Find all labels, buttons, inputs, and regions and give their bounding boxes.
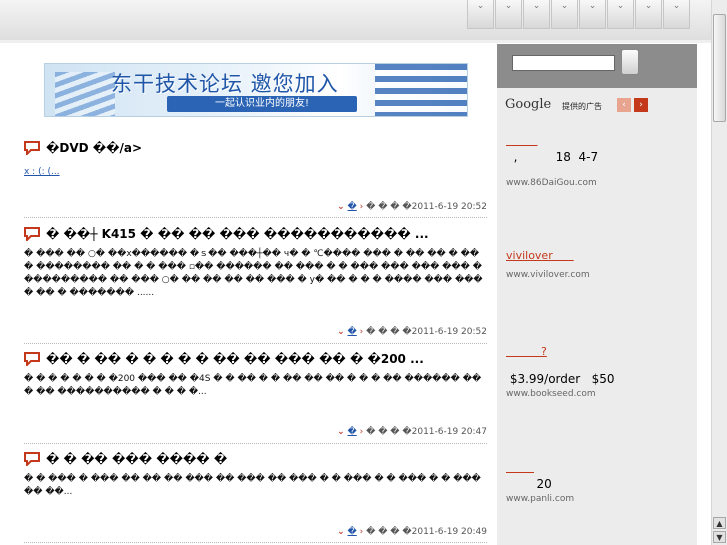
post-meta: ⌄ � › � � � �2011-6-19 20:49: [24, 527, 487, 537]
expand-chevron-icon[interactable]: ⌄: [337, 327, 345, 337]
ad-text: 20: [506, 477, 552, 491]
ads-header: Google 提供的广告 ‹ ›: [505, 96, 689, 118]
ads-next-button[interactable]: ›: [634, 98, 648, 112]
ad-url[interactable]: www.86DaiGou.com: [506, 178, 686, 188]
post-title[interactable]: � � �� ��� ���� �: [46, 452, 227, 466]
post-author[interactable]: �: [348, 202, 357, 212]
arrow-icon: ›: [359, 527, 364, 537]
nav-tab-6[interactable]: ⌄: [607, 0, 634, 29]
post-meta: ⌄ � › � � � �2011-6-19 20:52: [24, 327, 487, 337]
post-meta: ⌄ � › � � � �2011-6-19 20:52: [24, 202, 487, 212]
ad-url[interactable]: www.vivilover.com: [506, 270, 686, 280]
banner-flag-graphic: [375, 64, 467, 116]
ads-by-label: 提供的广告: [562, 102, 602, 111]
nav-tabs: ⌄ ⌄ ⌄ ⌄ ⌄ ⌄ ⌄ ⌄: [467, 0, 691, 30]
post-divider: [24, 443, 487, 444]
post-link[interactable]: x : (: (...: [24, 167, 60, 177]
comment-bubble-icon: [24, 452, 40, 466]
arrow-icon: ›: [359, 427, 364, 437]
post-item: �� � �� � � � � � �� �� ��� �� � �200 ..…: [24, 352, 487, 399]
post-title[interactable]: �DVD ��/a>: [46, 141, 142, 155]
post-divider: [24, 217, 487, 218]
post-author[interactable]: �: [348, 527, 357, 537]
post-title[interactable]: � ��┼ K415 � �� �� ��� ����������� ...: [46, 227, 429, 241]
post-author[interactable]: �: [348, 327, 357, 337]
comment-bubble-icon: [24, 352, 40, 366]
post-divider: [24, 542, 487, 543]
post-excerpt: � � � � � � � �200 ��� �� �4S � � �� � �…: [24, 374, 482, 397]
post-title[interactable]: �� � �� � � � � � �� �� ��� �� � �200 ..…: [46, 352, 424, 366]
ad-title-link[interactable]: [506, 134, 686, 147]
expand-chevron-icon[interactable]: ⌄: [337, 202, 345, 212]
comment-bubble-icon: [24, 141, 40, 155]
vertical-scrollbar[interactable]: ▲ ▼: [711, 0, 727, 545]
search-bar: [497, 44, 697, 88]
expand-chevron-icon[interactable]: ⌄: [337, 527, 345, 537]
ad-item: 20 www.panli.com: [506, 461, 686, 504]
google-logo: Google: [505, 97, 552, 112]
search-button[interactable]: [621, 49, 639, 75]
comment-bubble-icon: [24, 227, 40, 241]
ad-title-link[interactable]: ?: [506, 345, 686, 358]
banner-flag-graphic-left: [55, 72, 115, 116]
expand-chevron-icon[interactable]: ⌄: [337, 427, 345, 437]
scroll-down-arrow-icon[interactable]: ▼: [713, 531, 726, 543]
nav-tab-7[interactable]: ⌄: [635, 0, 662, 29]
ad-item: vivilover www.vivilover.com: [506, 249, 686, 280]
post-excerpt: � � ��� � ��� �� �� �� ��� �� ��� �� ���…: [24, 474, 481, 497]
post-date: � � � �2011-6-19 20:52: [366, 327, 487, 337]
right-sidebar: Google 提供的广告 ‹ › , 18 4-7 www.86DaiGou.c…: [497, 44, 697, 545]
scroll-up-arrow-icon[interactable]: ▲: [713, 517, 726, 529]
post-date: � � � �2011-6-19 20:47: [366, 427, 487, 437]
ad-item: , 18 4-7 www.86DaiGou.com: [506, 134, 686, 188]
top-navigation-bar: ⌄ ⌄ ⌄ ⌄ ⌄ ⌄ ⌄ ⌄: [0, 0, 711, 41]
nav-tab-8[interactable]: ⌄: [663, 0, 690, 29]
nav-tab-2[interactable]: ⌄: [495, 0, 522, 29]
banner-title: 东干技术论坛 邀您加入: [111, 72, 339, 96]
search-input[interactable]: [512, 55, 615, 71]
post-date: � � � �2011-6-19 20:49: [366, 527, 487, 537]
post-divider: [24, 343, 487, 344]
banner-subtitle: 一起认识业内的朋友!: [167, 96, 357, 112]
post-item: �DVD ��/a> x : (: (...: [24, 141, 487, 178]
ads-prev-button[interactable]: ‹: [617, 98, 631, 112]
nav-tab-1[interactable]: ⌄: [467, 0, 494, 29]
nav-tab-4[interactable]: ⌄: [551, 0, 578, 29]
post-item: � � �� ��� ���� � � � ��� � ��� �� �� ��…: [24, 452, 487, 499]
ad-title-link[interactable]: vivilover: [506, 249, 686, 262]
arrow-icon: ›: [359, 202, 364, 212]
topbar-divider: [0, 40, 711, 43]
ad-text: , 18 4-7: [506, 150, 599, 164]
scrollbar-thumb[interactable]: [713, 14, 726, 122]
ad-title-link[interactable]: [506, 461, 686, 474]
ad-url[interactable]: www.bookseed.com: [506, 389, 686, 399]
arrow-icon: ›: [359, 327, 364, 337]
post-meta: ⌄ � › � � � �2011-6-19 20:47: [24, 427, 487, 437]
ad-text: $3.99/order $50: [506, 372, 615, 386]
forum-banner[interactable]: 东干技术论坛 邀您加入 一起认识业内的朋友!: [44, 63, 468, 117]
post-excerpt: � ��� �� ○� ��x������ �ｓ�� ���┼�� ч� � ℃…: [24, 249, 483, 298]
post-author[interactable]: �: [348, 427, 357, 437]
post-item: � ��┼ K415 � �� �� ��� ����������� ... �…: [24, 227, 487, 300]
ad-url[interactable]: www.panli.com: [506, 494, 686, 504]
nav-tab-5[interactable]: ⌄: [579, 0, 606, 29]
post-date: � � � �2011-6-19 20:52: [366, 202, 487, 212]
nav-tab-3[interactable]: ⌄: [523, 0, 550, 29]
ad-item: ? $3.99/order $50 www.bookseed.com: [506, 345, 686, 399]
